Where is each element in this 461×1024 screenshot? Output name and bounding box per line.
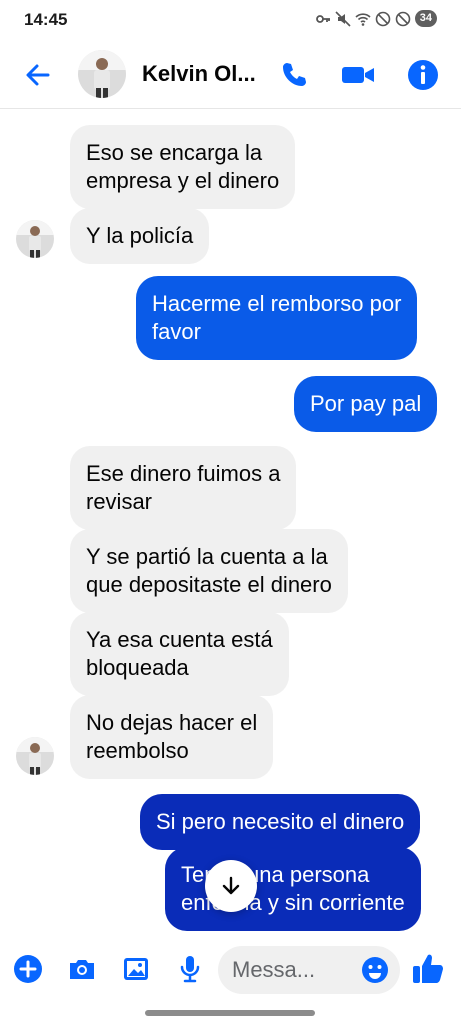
message-bubble-outgoing[interactable]: Tengo una persona enferma y sin corrient… — [165, 847, 421, 931]
wifi-icon — [355, 12, 371, 26]
video-camera-icon[interactable] — [340, 59, 376, 91]
battery-indicator: 34 — [414, 10, 437, 27]
message-bubble-incoming[interactable]: Ese dinero fuimos a revisar — [70, 446, 297, 530]
camera-icon[interactable] — [66, 953, 98, 985]
status-icons: 34 — [315, 10, 437, 27]
scroll-to-bottom-button[interactable] — [205, 860, 257, 912]
chat-header: Kelvin Ol... — [0, 42, 461, 109]
message-bubble-incoming[interactable]: No dejas hacer el reembolso — [70, 695, 274, 779]
status-bar: 14:45 34 — [0, 0, 461, 40]
status-time: 14:45 — [24, 10, 68, 29]
key-icon — [315, 14, 330, 23]
block-icon — [375, 11, 391, 26]
message-bubble-outgoing[interactable]: Por pay pal — [294, 376, 438, 432]
message-bubble-outgoing[interactable]: Si pero necesito el dinero — [140, 794, 421, 850]
message-bubble-incoming[interactable]: Y la policía — [70, 208, 210, 264]
arrow-left-icon[interactable] — [22, 59, 54, 91]
emoji-icon[interactable] — [360, 955, 390, 985]
block-icon — [395, 11, 411, 26]
message-bubble-incoming[interactable]: Eso se encarga la empresa y el dinero — [70, 125, 296, 209]
contact-name[interactable]: Kelvin Ol... — [142, 61, 256, 87]
mute-icon — [335, 10, 351, 27]
message-bubble-outgoing[interactable]: Hacerme el remborso por favor — [136, 276, 418, 360]
info-icon[interactable] — [406, 58, 440, 92]
avatar[interactable] — [78, 50, 126, 98]
plus-icon[interactable] — [12, 953, 44, 985]
message-composer — [0, 940, 461, 1002]
phone-icon[interactable] — [278, 59, 310, 91]
microphone-icon[interactable] — [174, 953, 206, 985]
arrow-down-icon — [222, 876, 240, 895]
message-bubble-incoming[interactable]: Y se partió la cuenta a la que depositas… — [70, 529, 348, 613]
avatar[interactable] — [16, 737, 54, 775]
message-bubble-incoming[interactable]: Ya esa cuenta está bloqueada — [70, 612, 289, 696]
image-icon[interactable] — [120, 953, 152, 985]
thumbs-up-icon[interactable] — [410, 951, 446, 987]
home-indicator — [145, 1010, 315, 1016]
avatar[interactable] — [16, 220, 54, 258]
